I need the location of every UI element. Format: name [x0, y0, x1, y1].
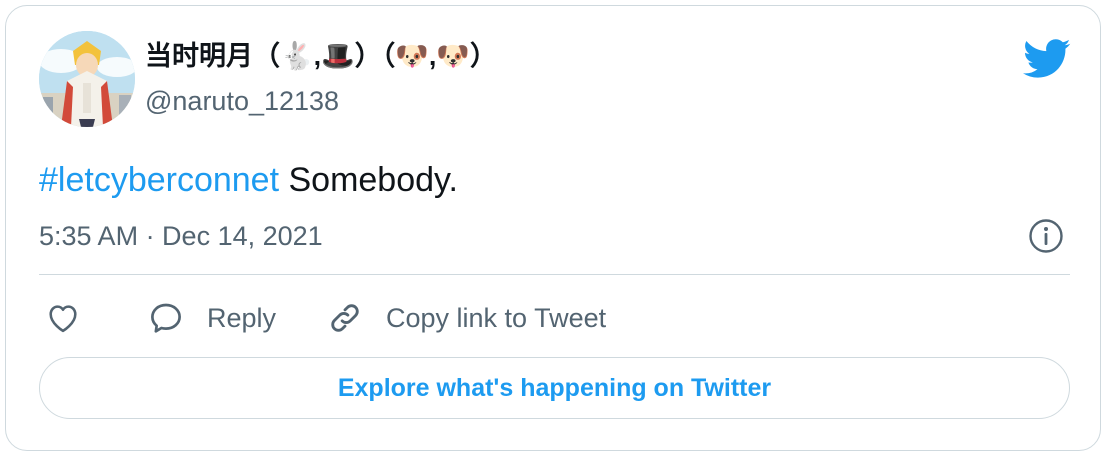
tweet-text: #letcyberconnet Somebody. — [39, 158, 458, 202]
tweet-timestamp[interactable]: 5:35 AM · Dec 14, 2021 — [39, 218, 323, 254]
link-icon — [331, 304, 359, 332]
copy-link-button[interactable]: Copy link to Tweet — [326, 298, 606, 338]
author-handle[interactable]: @naruto_12138 — [145, 83, 339, 119]
copy-link-label: Copy link to Tweet — [386, 302, 607, 333]
divider — [39, 274, 1070, 275]
twitter-bird-icon[interactable] — [1023, 39, 1071, 79]
author-avatar[interactable] — [39, 31, 135, 127]
heart-icon — [49, 305, 77, 333]
author-display-name[interactable]: 当时明月（🐇,🎩）（🐶,🐶） — [145, 38, 497, 74]
avatar-image — [39, 31, 135, 127]
tweet-card: 当时明月（🐇,🎩）（🐶,🐶） @naruto_12138 #letcyberco… — [5, 5, 1101, 451]
reply-button[interactable]: Reply — [147, 298, 276, 338]
like-button[interactable] — [45, 298, 81, 338]
speech-bubble-icon — [151, 303, 181, 333]
info-icon[interactable] — [1028, 218, 1064, 254]
explore-twitter-button[interactable]: Explore what's happening on Twitter — [39, 357, 1070, 419]
tweet-body: Somebody. — [279, 161, 458, 199]
reply-label: Reply — [207, 302, 277, 333]
hashtag-link[interactable]: #letcyberconnet — [39, 161, 279, 199]
